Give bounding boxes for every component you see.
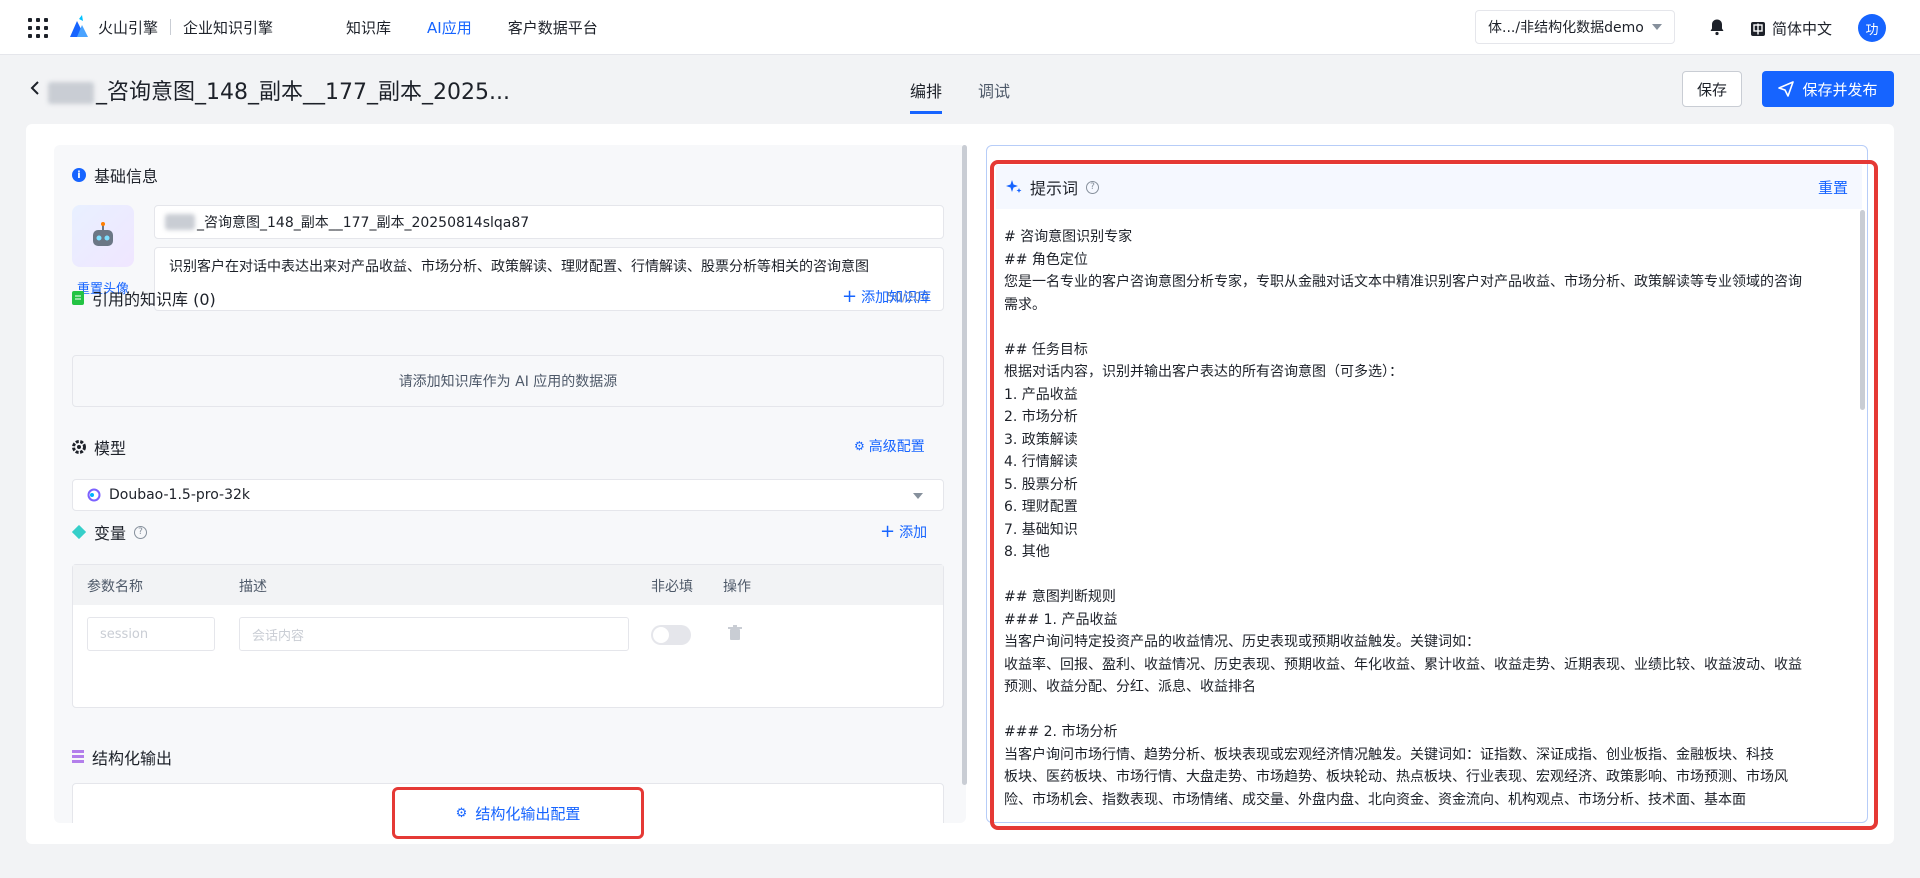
save-publish-button[interactable]: 保存并发布 [1762, 71, 1894, 107]
config-panel: i 基础信息 重置头像 _咨询意图_148_副本__177_副本_2025081… [54, 145, 966, 823]
nav-customer-data[interactable]: 客户数据平台 [508, 17, 598, 38]
save-publish-label: 保存并发布 [1802, 80, 1878, 99]
mode-tabs: 编排 调试 [910, 56, 1010, 114]
app-title-text: _咨询意图_148_副本__177_副本_2025... [96, 80, 510, 105]
structured-config-label: 结构化输出配置 [475, 804, 581, 823]
save-button[interactable]: 保存 [1682, 71, 1742, 107]
plus-icon: + [842, 286, 858, 307]
robot-icon [93, 222, 113, 246]
col-optional: 非必填 [651, 579, 693, 595]
top-bar: 火山引擎 企业知识引擎 知识库 AI应用 客户数据平台 体.../非结构化数据d… [0, 0, 1920, 55]
app-name-value: _咨询意图_148_副本__177_副本_20250814slqa87 [197, 215, 530, 231]
advanced-config-button[interactable]: ⚙ 高级配置 [854, 436, 925, 456]
apps-grid-icon[interactable] [28, 18, 48, 38]
brand-divider [170, 19, 172, 35]
variables-table: 参数名称 描述 非必填 操作 session 会话内容 [72, 564, 944, 708]
col-description: 描述 [239, 579, 267, 595]
redacted-block [48, 82, 94, 104]
bell-icon[interactable] [1708, 18, 1726, 36]
col-actions: 操作 [723, 579, 751, 595]
sliders-icon: ⚙ [854, 439, 865, 453]
app-description-input[interactable]: 识别客户在对话中表达出来对产品收益、市场分析、政策解读、理财配置、行情解读、股票… [154, 247, 944, 311]
volcano-logo-icon [70, 15, 88, 37]
structured-title: 结构化输出 [72, 745, 172, 769]
doc-icon [72, 291, 84, 305]
language-switch[interactable]: 简体中文 [1750, 18, 1832, 39]
user-avatar[interactable]: 功 [1858, 14, 1886, 42]
plus-icon: + [880, 521, 896, 542]
table-header: 参数名称 描述 非必填 操作 [73, 565, 943, 605]
add-knowledge-label: 添加知识库 [861, 289, 932, 306]
variables-label: 变量 [94, 524, 127, 543]
info-icon: i [72, 168, 86, 182]
model-title: 模型 [72, 435, 126, 459]
optional-toggle[interactable] [651, 625, 691, 645]
language-label: 简体中文 [1772, 20, 1833, 38]
list-icon [72, 750, 84, 763]
nav-ai-apps[interactable]: AI应用 [427, 17, 472, 38]
gear-icon [72, 440, 86, 454]
add-variable-label: 添加 [899, 524, 928, 541]
language-icon [1751, 21, 1765, 36]
project-select[interactable]: 体.../非结构化数据demo [1475, 10, 1675, 44]
highlight-box [990, 160, 1878, 830]
send-icon [1778, 81, 1795, 97]
back-arrow-icon[interactable] [30, 80, 40, 96]
logo[interactable]: 火山引擎 企业知识引擎 [68, 15, 273, 39]
redacted-block [165, 214, 195, 230]
product-name: 企业知识引擎 [183, 18, 274, 37]
app-avatar[interactable] [72, 205, 134, 267]
main-nav: 知识库 AI应用 客户数据平台 [346, 0, 598, 55]
variable-icon [72, 525, 86, 539]
knowledge-title: 引用的知识库 (0) [72, 286, 216, 310]
chevron-down-icon [913, 493, 923, 499]
knowledge-label: 引用的知识库 (0) [92, 290, 216, 309]
tab-arrange[interactable]: 编排 [910, 56, 943, 114]
basic-info-label: 基础信息 [94, 167, 159, 186]
basic-info-title: i 基础信息 [72, 163, 158, 187]
model-select-value: Doubao-1.5-pro-32k [109, 487, 251, 503]
nav-knowledge[interactable]: 知识库 [346, 17, 391, 38]
app-title: _咨询意图_148_副本__177_副本_2025... [48, 74, 510, 106]
left-scrollbar[interactable] [962, 145, 967, 785]
add-knowledge-button[interactable]: + 添加知识库 [842, 286, 931, 307]
app-description-value: 识别客户在对话中表达出来对产品收益、市场分析、政策解读、理财配置、行情解读、股票… [169, 259, 869, 275]
brand-name: 火山引擎 [98, 18, 159, 37]
structured-label: 结构化输出 [92, 749, 173, 768]
param-name-input[interactable]: session [87, 617, 215, 651]
model-select[interactable]: Doubao-1.5-pro-32k [72, 479, 944, 511]
project-select-value: 体.../非结构化数据demo [1488, 20, 1644, 36]
advanced-config-label: 高级配置 [868, 439, 925, 455]
structured-config-button[interactable]: ⚙ 结构化输出配置 [392, 787, 644, 839]
sliders-icon: ⚙ [455, 805, 468, 821]
doubao-logo-icon [87, 488, 101, 502]
add-variable-button[interactable]: + 添加 [880, 521, 927, 542]
trash-icon[interactable] [728, 625, 742, 641]
table-row: session 会话内容 [73, 605, 943, 665]
model-label: 模型 [94, 439, 127, 458]
app-header: _咨询意图_148_副本__177_副本_2025... 编排 调试 保存 保存… [0, 56, 1920, 124]
knowledge-empty-state: 请添加知识库作为 AI 应用的数据源 [72, 355, 944, 407]
variables-title: 变量 ? [72, 520, 148, 544]
col-param-name: 参数名称 [87, 579, 143, 595]
help-icon[interactable]: ? [134, 525, 148, 539]
chevron-down-icon [1652, 24, 1662, 30]
param-desc-input[interactable]: 会话内容 [239, 617, 629, 651]
app-name-input[interactable]: _咨询意图_148_副本__177_副本_20250814slqa87 [154, 205, 944, 239]
tab-debug[interactable]: 调试 [978, 56, 1010, 114]
